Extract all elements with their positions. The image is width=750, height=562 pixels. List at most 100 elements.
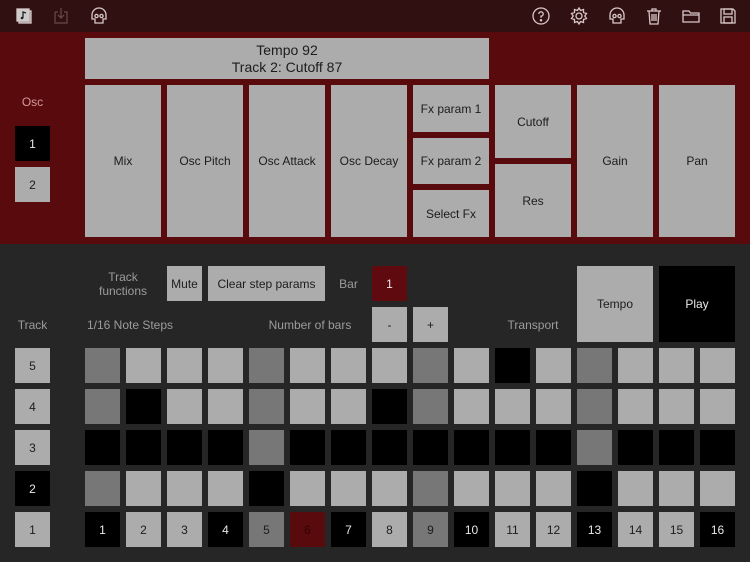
step-button-15[interactable]: 15 — [659, 512, 694, 547]
fx-param-2-button[interactable]: Fx param 2 — [413, 138, 489, 184]
osc-attack-button[interactable]: Osc Attack — [249, 85, 325, 237]
step-cell-track-4-step-1[interactable] — [85, 389, 120, 424]
skull-icon[interactable] — [88, 5, 110, 27]
step-cell-track-3-step-14[interactable] — [618, 430, 653, 465]
step-cell-track-5-step-2[interactable] — [126, 348, 161, 383]
step-button-9[interactable]: 9 — [413, 512, 448, 547]
track-4-button[interactable]: 4 — [15, 389, 50, 424]
step-cell-track-2-step-13[interactable] — [577, 471, 612, 506]
step-cell-track-5-step-3[interactable] — [167, 348, 202, 383]
step-cell-track-4-step-2[interactable] — [126, 389, 161, 424]
step-button-4[interactable]: 4 — [208, 512, 243, 547]
step-cell-track-5-step-16[interactable] — [700, 348, 735, 383]
skull-icon[interactable] — [606, 5, 628, 27]
trash-icon[interactable] — [643, 5, 665, 27]
osc-decay-button[interactable]: Osc Decay — [331, 85, 407, 237]
step-cell-track-4-step-8[interactable] — [372, 389, 407, 424]
step-cell-track-5-step-7[interactable] — [331, 348, 366, 383]
decrease-bars-button[interactable]: - — [372, 307, 407, 342]
step-cell-track-4-step-5[interactable] — [249, 389, 284, 424]
save-floppy-icon[interactable] — [717, 5, 739, 27]
gain-button[interactable]: Gain — [577, 85, 653, 237]
mute-button[interactable]: Mute — [167, 266, 202, 301]
osc-2-button[interactable]: 2 — [15, 167, 50, 202]
step-cell-track-4-step-16[interactable] — [700, 389, 735, 424]
step-cell-track-5-step-1[interactable] — [85, 348, 120, 383]
step-cell-track-2-step-12[interactable] — [536, 471, 571, 506]
step-cell-track-3-step-3[interactable] — [167, 430, 202, 465]
help-icon[interactable] — [530, 5, 552, 27]
step-cell-track-5-step-6[interactable] — [290, 348, 325, 383]
step-cell-track-2-step-14[interactable] — [618, 471, 653, 506]
step-cell-track-4-step-3[interactable] — [167, 389, 202, 424]
step-cell-track-4-step-13[interactable] — [577, 389, 612, 424]
step-cell-track-3-step-6[interactable] — [290, 430, 325, 465]
step-cell-track-4-step-14[interactable] — [618, 389, 653, 424]
step-button-2[interactable]: 2 — [126, 512, 161, 547]
step-cell-track-5-step-13[interactable] — [577, 348, 612, 383]
step-button-3[interactable]: 3 — [167, 512, 202, 547]
step-cell-track-4-step-4[interactable] — [208, 389, 243, 424]
step-cell-track-3-step-5[interactable] — [249, 430, 284, 465]
step-cell-track-3-step-4[interactable] — [208, 430, 243, 465]
step-button-16[interactable]: 16 — [700, 512, 735, 547]
increase-bars-button[interactable]: + — [413, 307, 448, 342]
track-3-button[interactable]: 3 — [15, 430, 50, 465]
step-cell-track-4-step-11[interactable] — [495, 389, 530, 424]
step-cell-track-2-step-3[interactable] — [167, 471, 202, 506]
step-cell-track-2-step-15[interactable] — [659, 471, 694, 506]
pan-button[interactable]: Pan — [659, 85, 735, 237]
track-1-button[interactable]: 1 — [15, 512, 50, 547]
step-cell-track-2-step-8[interactable] — [372, 471, 407, 506]
step-button-6[interactable]: 6 — [290, 512, 325, 547]
osc-1-button[interactable]: 1 — [15, 126, 50, 161]
step-cell-track-3-step-10[interactable] — [454, 430, 489, 465]
step-cell-track-2-step-16[interactable] — [700, 471, 735, 506]
step-cell-track-2-step-1[interactable] — [85, 471, 120, 506]
step-cell-track-4-step-6[interactable] — [290, 389, 325, 424]
step-cell-track-2-step-11[interactable] — [495, 471, 530, 506]
step-cell-track-3-step-7[interactable] — [331, 430, 366, 465]
tempo-button[interactable]: Tempo — [577, 266, 653, 342]
track-2-button[interactable]: 2 — [15, 471, 50, 506]
step-cell-track-2-step-9[interactable] — [413, 471, 448, 506]
step-button-13[interactable]: 13 — [577, 512, 612, 547]
step-cell-track-5-step-8[interactable] — [372, 348, 407, 383]
settings-gear-icon[interactable] — [568, 5, 590, 27]
step-cell-track-3-step-9[interactable] — [413, 430, 448, 465]
mix-button[interactable]: Mix — [85, 85, 161, 237]
step-cell-track-5-step-9[interactable] — [413, 348, 448, 383]
step-cell-track-3-step-12[interactable] — [536, 430, 571, 465]
step-button-8[interactable]: 8 — [372, 512, 407, 547]
step-cell-track-5-step-11[interactable] — [495, 348, 530, 383]
step-cell-track-5-step-14[interactable] — [618, 348, 653, 383]
step-cell-track-3-step-2[interactable] — [126, 430, 161, 465]
step-cell-track-2-step-6[interactable] — [290, 471, 325, 506]
cutoff-button[interactable]: Cutoff — [495, 85, 571, 158]
step-button-11[interactable]: 11 — [495, 512, 530, 547]
step-cell-track-5-step-12[interactable] — [536, 348, 571, 383]
play-button[interactable]: Play — [659, 266, 735, 342]
step-cell-track-3-step-13[interactable] — [577, 430, 612, 465]
step-cell-track-5-step-4[interactable] — [208, 348, 243, 383]
step-button-12[interactable]: 12 — [536, 512, 571, 547]
step-cell-track-3-step-11[interactable] — [495, 430, 530, 465]
step-button-10[interactable]: 10 — [454, 512, 489, 547]
step-cell-track-2-step-10[interactable] — [454, 471, 489, 506]
step-cell-track-2-step-2[interactable] — [126, 471, 161, 506]
import-icon[interactable] — [50, 5, 72, 27]
step-cell-track-4-step-7[interactable] — [331, 389, 366, 424]
step-cell-track-5-step-15[interactable] — [659, 348, 694, 383]
folder-icon[interactable] — [680, 5, 702, 27]
select-fx-button[interactable]: Select Fx — [413, 190, 489, 237]
fx-param-1-button[interactable]: Fx param 1 — [413, 85, 489, 132]
step-cell-track-4-step-10[interactable] — [454, 389, 489, 424]
step-cell-track-3-step-15[interactable] — [659, 430, 694, 465]
track-5-button[interactable]: 5 — [15, 348, 50, 383]
step-cell-track-4-step-12[interactable] — [536, 389, 571, 424]
step-button-7[interactable]: 7 — [331, 512, 366, 547]
step-cell-track-4-step-15[interactable] — [659, 389, 694, 424]
step-button-14[interactable]: 14 — [618, 512, 653, 547]
song-file-icon[interactable] — [13, 5, 35, 27]
step-cell-track-2-step-5[interactable] — [249, 471, 284, 506]
